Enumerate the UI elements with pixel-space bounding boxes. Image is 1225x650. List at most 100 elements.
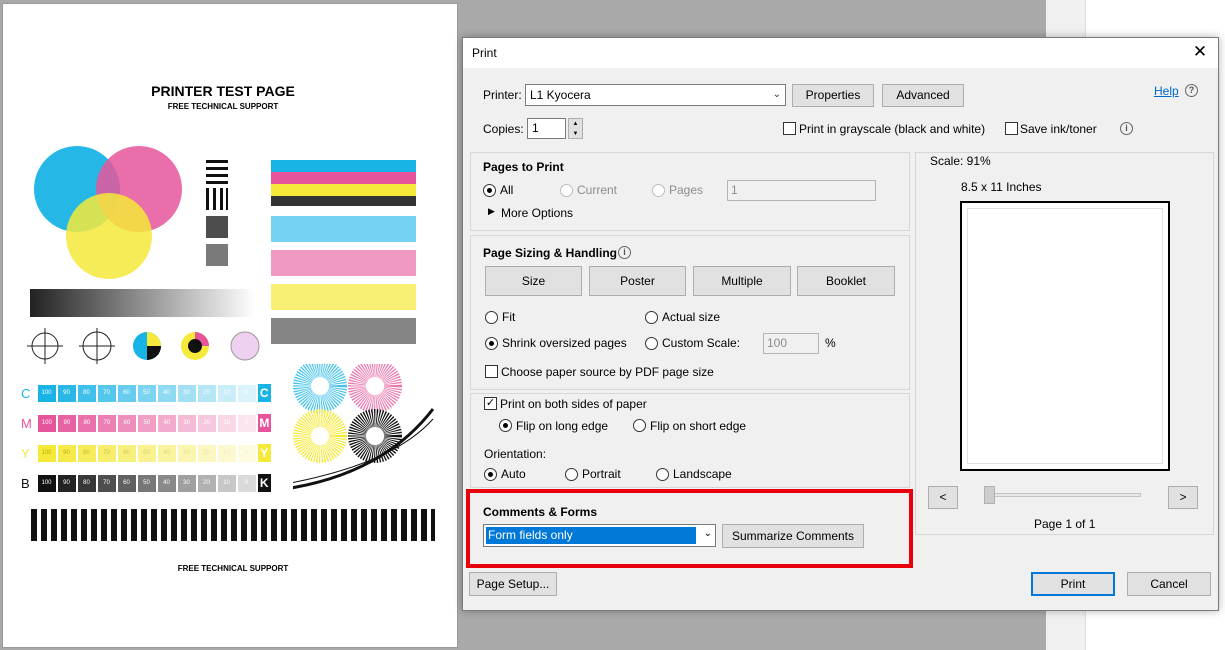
flip-short-edge-label: Flip on short edge [650,419,747,433]
calibration-swatch: 60 [117,414,136,432]
registration-marks [27,328,260,364]
prev-page-button[interactable]: < [928,486,958,509]
page-slider-track[interactable] [986,493,1141,497]
properties-button[interactable]: Properties [792,84,874,107]
calibration-swatch: 20 [197,414,216,432]
poster-button[interactable]: Poster [589,266,686,296]
grayscale-label: Print in grayscale (black and white) [799,122,986,136]
close-icon[interactable]: ✕ [1190,43,1210,63]
pages-to-print-heading: Pages to Print [483,160,564,174]
orientation-auto-radio[interactable] [484,468,497,481]
shrink-oversized-radio[interactable] [485,337,498,350]
calibration-letter: Y [21,445,30,461]
pages-range-input[interactable]: 1 [727,180,876,201]
choose-paper-label: Choose paper source by PDF page size [501,365,714,379]
triangle-right-icon[interactable]: ▶ [488,206,495,217]
calibration-swatch: 100 [37,474,56,492]
printer-label: Printer: [483,88,522,102]
size-button[interactable]: Size [485,266,582,296]
test-page-subtitle: FREE TECHNICAL SUPPORT [167,102,279,111]
flip-long-edge-radio[interactable] [499,419,512,432]
pages-to-print-panel: Pages to Print All Current Pages 1 ▶ Mor… [470,152,910,231]
calibration-row: C 100 90 80 70 60 50 40 30 20 10 0 C [21,383,271,403]
orientation-portrait-radio[interactable] [565,468,578,481]
calibration-swatch: 30 [177,444,196,462]
calibration-swatch: 80 [77,474,96,492]
info-icon[interactable]: i [1120,122,1133,135]
copies-label: Copies: [483,122,524,136]
calibration-letter: M [21,415,32,431]
calibration-swatch: 30 [177,474,196,492]
help-icon[interactable]: ? [1185,84,1198,97]
orientation-landscape-radio[interactable] [656,468,669,481]
orientation-auto-label: Auto [501,467,526,481]
flip-short-edge-radio[interactable] [633,419,646,432]
calibration-swatch: 90 [57,384,76,402]
both-sides-checkbox[interactable]: ✓ [484,397,497,410]
percent-label: % [825,336,836,350]
calibration-swatch: 20 [197,474,216,492]
calibration-letter: B [21,475,30,491]
copies-stepper[interactable]: ▲ ▼ [568,118,583,139]
calibration-letter: C [21,385,31,401]
calibration-row: Y 100 90 80 70 60 50 40 30 20 10 0 Y [21,443,271,463]
more-options-toggle[interactable]: More Options [501,206,573,220]
paper-size-label: 8.5 x 11 Inches [961,180,1042,194]
calibration-swatch: 10 [217,474,236,492]
next-page-button[interactable]: > [1168,486,1198,509]
multiple-button[interactable]: Multiple [693,266,791,296]
custom-scale-radio[interactable] [645,337,658,350]
calibration-swatch: 30 [177,384,196,402]
calibration-swatch: 50 [137,414,156,432]
fit-label: Fit [502,310,516,324]
advanced-button[interactable]: Advanced [882,84,964,107]
calibration-swatch: 40 [157,444,176,462]
test-page-title: PRINTER TEST PAGE [151,83,295,99]
calibration-swatch: 30 [177,414,196,432]
save-ink-checkbox[interactable] [1005,122,1018,135]
fit-radio[interactable] [485,311,498,324]
calibration-swatch: 70 [97,384,116,402]
grayscale-checkbox[interactable] [783,122,796,135]
booklet-button[interactable]: Booklet [797,266,895,296]
starburst-graphic [293,364,435,490]
calibration-swatch: 90 [57,444,76,462]
printer-test-page: PRINTER TEST PAGE FREE TECHNICAL SUPPORT… [2,3,458,648]
choose-paper-checkbox[interactable] [485,365,498,378]
calibration-row: B 100 90 80 70 60 50 40 30 20 10 0 K [21,473,271,493]
calibration-swatch: 20 [197,444,216,462]
info-icon[interactable]: i [618,246,631,259]
calibration-swatch: 50 [137,444,156,462]
print-button[interactable]: Print [1031,572,1115,596]
custom-scale-label: Custom Scale: [662,336,741,350]
copies-input[interactable]: 1 [527,118,566,139]
page-slider-thumb[interactable] [984,486,995,504]
grayscale-gradient [30,289,255,317]
current-page-label: Current [577,183,618,197]
calibration-scales: C 100 90 80 70 60 50 40 30 20 10 0 C M 100 90 80 70 60 50 40… [21,383,271,503]
calibration-swatch: 10 [217,384,236,402]
dialog-titlebar: Print ✕ [463,38,1218,68]
page-sizing-heading: Page Sizing & Handling [483,246,618,260]
shrink-oversized-label: Shrink oversized pages [502,336,627,350]
scale-readout: Scale: 91% [930,154,991,168]
calibration-swatch: 0 [237,474,256,492]
actual-size-radio[interactable] [645,311,658,324]
calibration-swatch: 80 [77,384,96,402]
custom-scale-input[interactable]: 100 [763,333,819,354]
printer-select[interactable]: L1 Kyocera ⌄ [525,84,786,106]
calibration-swatch: 100 [37,384,56,402]
page-setup-button[interactable]: Page Setup... [469,572,557,596]
calibration-swatch: 40 [157,384,176,402]
chevron-down-icon: ⌄ [772,89,781,100]
cancel-button[interactable]: Cancel [1127,572,1211,596]
save-ink-label: Save ink/toner [1020,122,1097,136]
calibration-swatch: 20 [197,384,216,402]
help-link[interactable]: Help [1154,84,1179,98]
calibration-end-letter: Y [257,444,271,462]
calibration-swatch: 0 [237,384,256,402]
cmy-circles-graphic [34,146,182,279]
current-page-radio[interactable] [560,184,573,197]
all-pages-radio[interactable] [483,184,496,197]
pages-radio[interactable] [652,184,665,197]
